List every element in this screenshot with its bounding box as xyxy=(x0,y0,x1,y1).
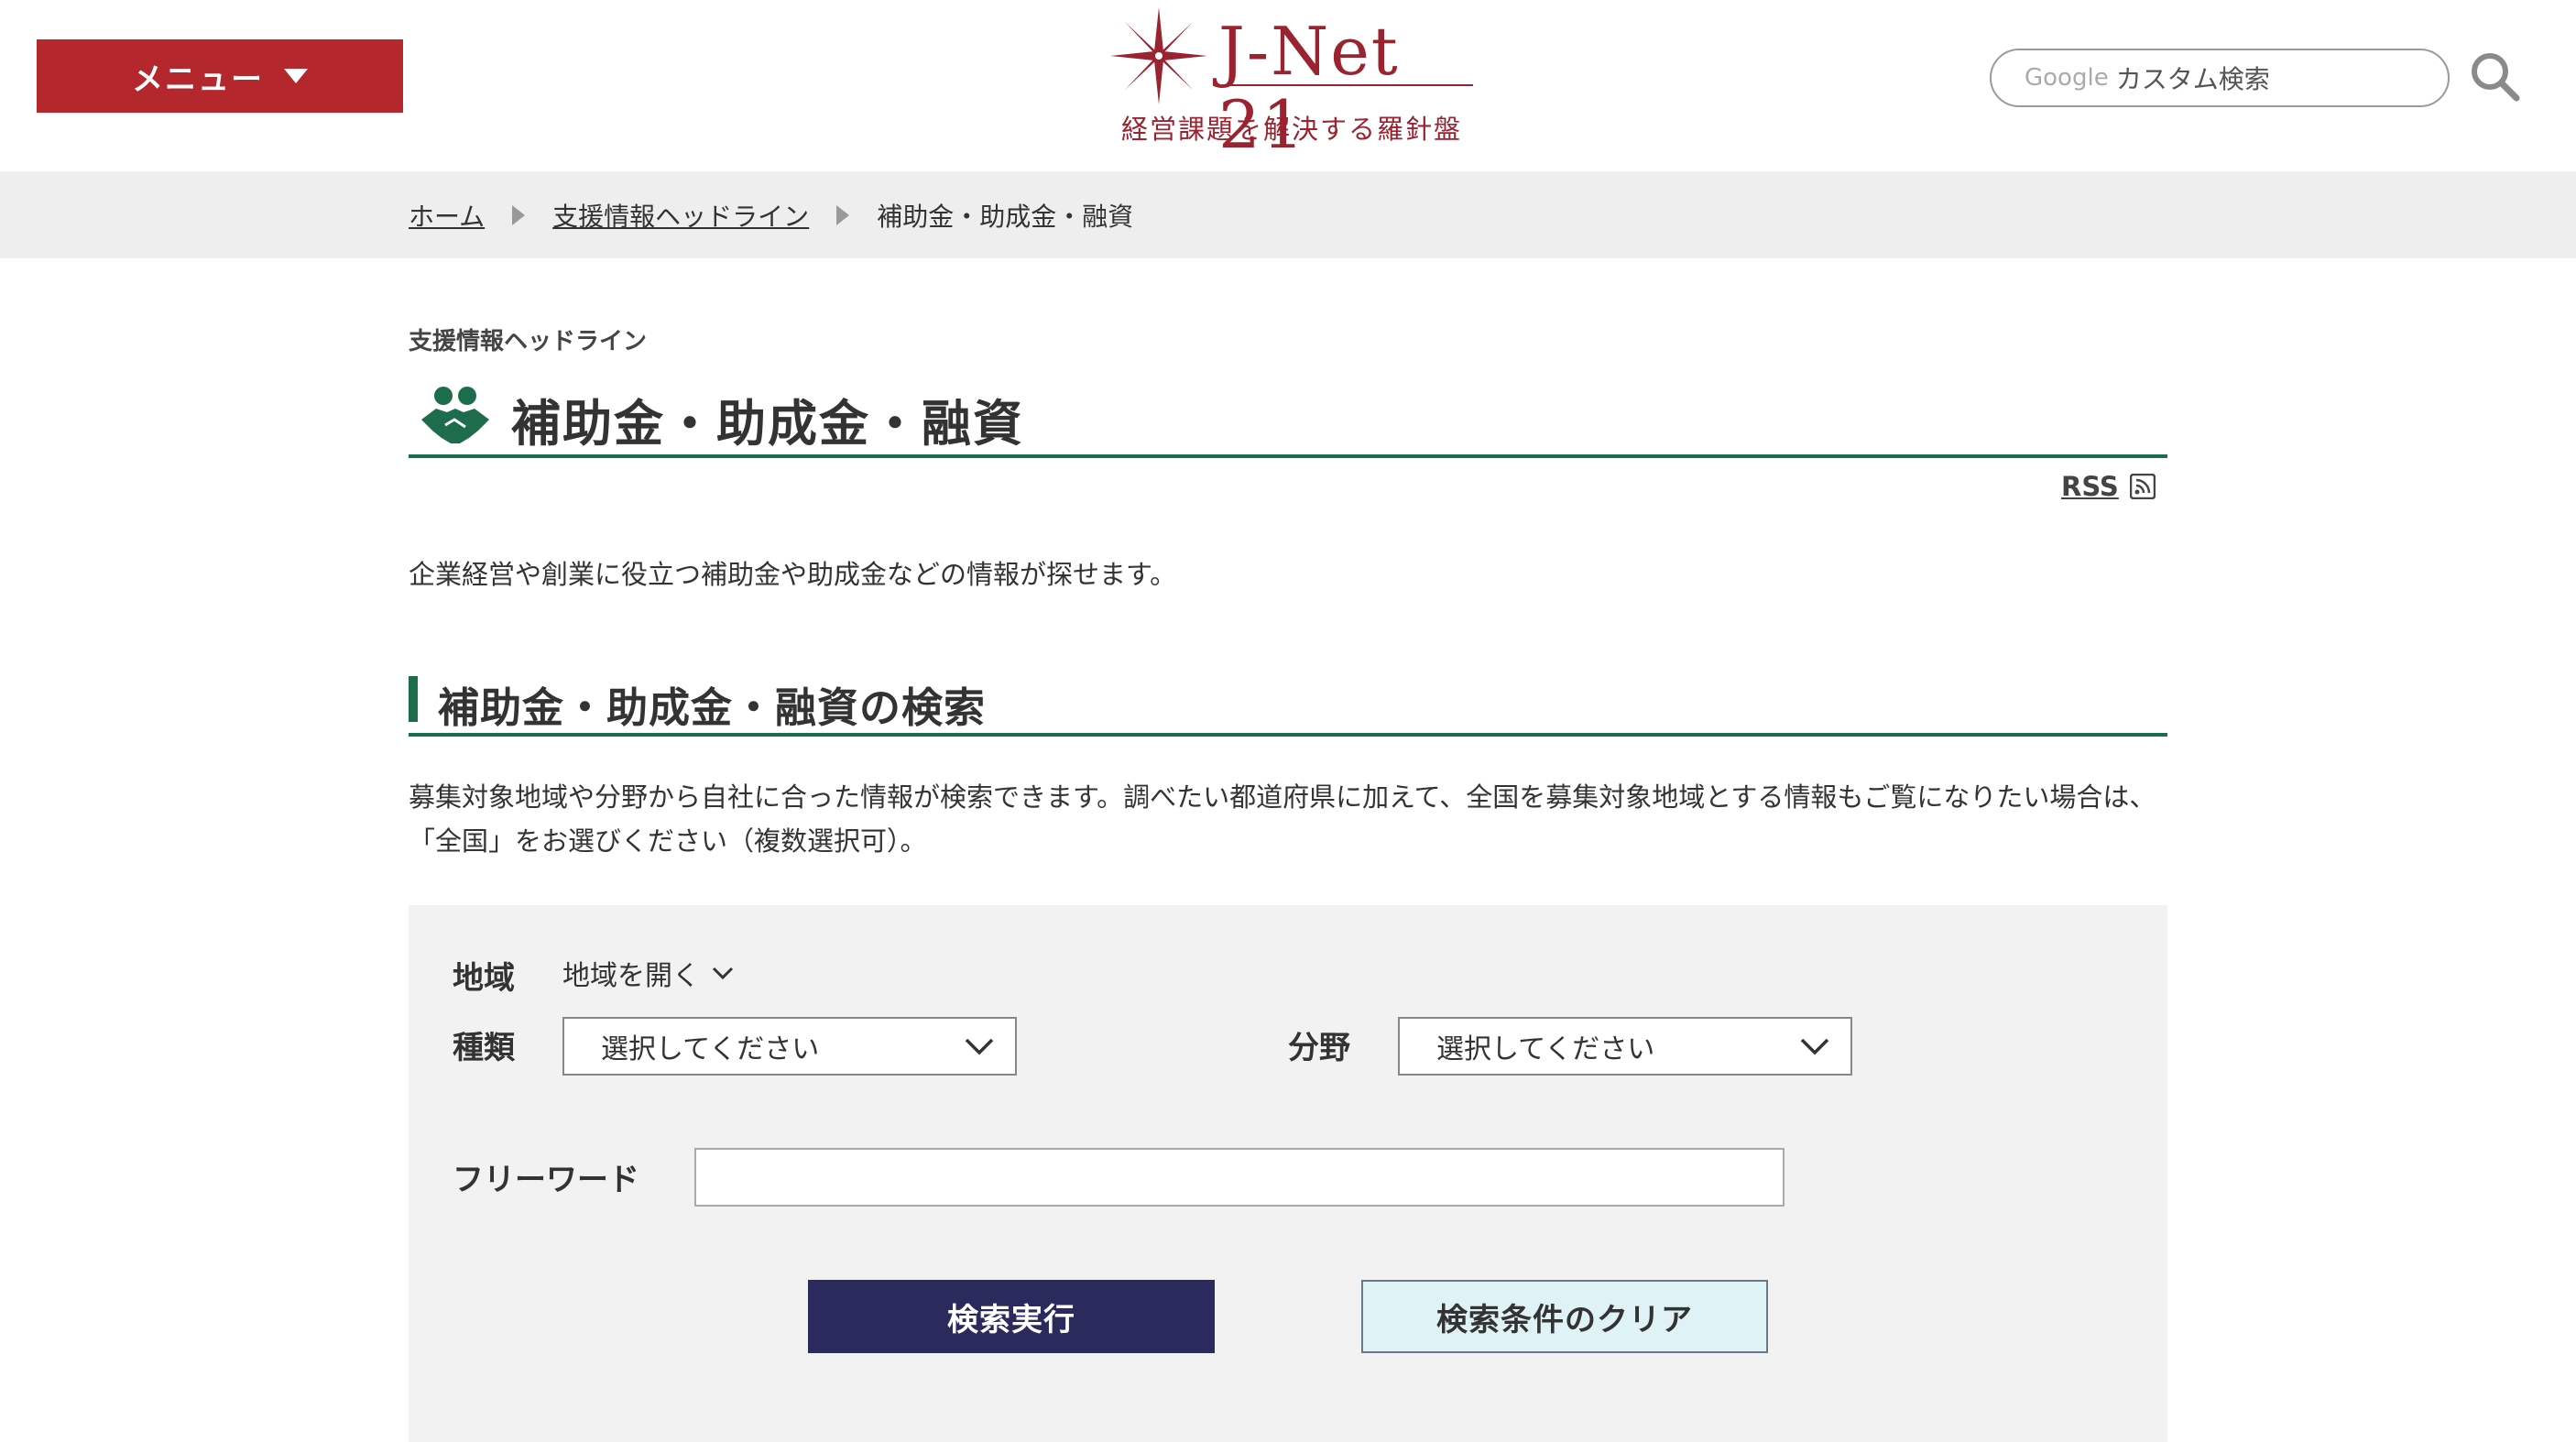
search-description: 募集対象地域や分野から自社に合った情報が検索できます。調べたい都道府県に加えて、… xyxy=(409,781,2156,857)
intro-text: 企業経営や創業に役立つ補助金や助成金などの情報が探せます。 xyxy=(409,559,1177,590)
search-input[interactable]: Google カスタム検索 xyxy=(1990,49,2450,107)
field-select-value: 選択してください xyxy=(1436,1033,1655,1065)
caret-down-icon xyxy=(284,69,308,83)
search-icon[interactable] xyxy=(2468,49,2521,103)
freeword-label: フリーワード xyxy=(453,1162,639,1198)
chevron-right-icon xyxy=(512,204,526,225)
region-toggle-label: 地域を開く xyxy=(562,960,700,992)
page-title: 補助金・助成金・融資 xyxy=(511,395,1024,453)
search-heading: 補助金・助成金・融資の検索 xyxy=(438,683,987,732)
type-label: 種類 xyxy=(453,1030,515,1066)
search-submit-button[interactable]: 検索実行 xyxy=(808,1280,1215,1353)
logo-tagline: 経営課題を解決する羅針盤 xyxy=(1120,114,1462,145)
page-title-row: 補助金・助成金・融資 xyxy=(409,376,2167,458)
region-toggle[interactable]: 地域を開く xyxy=(562,953,735,993)
chevron-down-icon xyxy=(712,967,734,980)
search-placeholder: カスタム検索 xyxy=(2115,64,2270,94)
freeword-input[interactable] xyxy=(694,1148,1785,1207)
breadcrumb-current: 補助金・助成金・融資 xyxy=(877,201,1134,232)
handshake-icon xyxy=(421,387,489,443)
compass-star-icon xyxy=(1110,7,1207,104)
breadcrumb: ホーム 支援情報ヘッドライン 補助金・助成金・融資 xyxy=(409,171,1133,258)
breadcrumb-bar: ホーム 支援情報ヘッドライン 補助金・助成金・融資 xyxy=(0,171,2576,258)
breadcrumb-home[interactable]: ホーム xyxy=(409,197,485,234)
menu-button[interactable]: メニュー xyxy=(37,39,403,113)
clear-conditions-button[interactable]: 検索条件のクリア xyxy=(1361,1280,1768,1353)
field-label: 分野 xyxy=(1288,1030,1350,1066)
chevron-down-icon xyxy=(1800,1038,1829,1055)
rss-label: RSS xyxy=(2061,471,2119,502)
rss-link[interactable]: RSS xyxy=(2061,471,2156,502)
menu-button-label: メニュー xyxy=(132,60,264,98)
type-select-value: 選択してください xyxy=(601,1033,820,1065)
site-header: メニュー J-Net 21 経営課題を解決する羅針盤 Google カスタム検索 xyxy=(0,0,2576,171)
rss-icon xyxy=(2129,474,2156,499)
type-select[interactable]: 選択してください xyxy=(562,1017,1017,1076)
logo-underline xyxy=(1222,84,1473,86)
section-label: 支援情報ヘッドライン xyxy=(409,328,648,355)
site-logo[interactable]: J-Net 21 経営課題を解決する羅針盤 xyxy=(1108,5,1475,161)
region-label: 地域 xyxy=(453,960,515,997)
google-label: Google xyxy=(2025,64,2109,92)
search-heading-row: 補助金・助成金・融資の検索 xyxy=(409,669,2167,737)
breadcrumb-headline[interactable]: 支援情報ヘッドライン xyxy=(552,197,809,234)
field-select[interactable]: 選択してください xyxy=(1398,1017,1852,1076)
chevron-right-icon xyxy=(836,204,850,225)
heading-accent-bar xyxy=(409,676,418,722)
search-panel: 地域 地域を開く 種類 選択してください 分野 選択してください フリーワード … xyxy=(409,905,2167,1442)
chevron-down-icon xyxy=(965,1038,994,1055)
